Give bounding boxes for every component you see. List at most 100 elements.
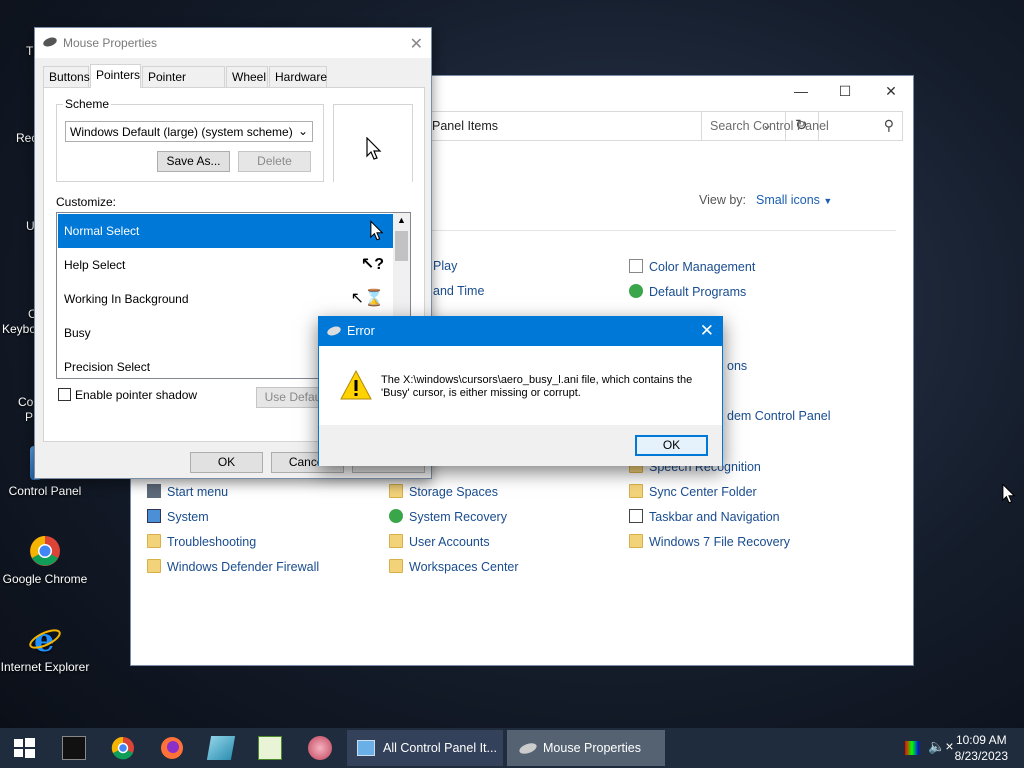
list-item-normal-select[interactable]: Normal Select — [58, 214, 394, 248]
cp-item-system-recovery[interactable]: System Recovery — [389, 509, 507, 524]
clock-time: 10:09 AM — [955, 733, 1007, 747]
error-title: Error — [347, 324, 375, 338]
error-message: The X:\windows\cursors\aero_busy_l.ani f… — [381, 374, 693, 399]
caret-down-icon: ▼ — [823, 196, 833, 206]
search-box[interactable]: Search Control Panel ⚲ — [701, 111, 903, 141]
cp-item-user-accounts[interactable]: User Accounts — [389, 534, 490, 549]
taskbar-button-control-panel[interactable]: All Control Panel It... — [347, 730, 503, 766]
terminal-icon[interactable] — [62, 736, 86, 760]
minimize-button[interactable]: — — [787, 80, 815, 102]
notepad-icon[interactable] — [206, 736, 236, 760]
cp-item-troubleshooting[interactable]: Troubleshooting — [147, 534, 256, 549]
cp-item-workspaces-center[interactable]: Workspaces Center — [389, 559, 519, 574]
mouse-properties-titlebar[interactable]: Mouse Properties ✕ — [35, 28, 431, 58]
chevron-down-icon: ⌄ — [297, 124, 308, 138]
cp-item[interactable]: Play — [433, 259, 457, 273]
tab-pointers[interactable]: Pointers — [90, 64, 141, 88]
start-menu-icon — [147, 484, 161, 498]
scheme-group: Scheme Windows Default (large) (system s… — [56, 97, 324, 182]
cp-item-modem[interactable]: dem Control Panel — [727, 409, 831, 423]
maximize-button[interactable]: ☐ — [831, 80, 859, 102]
desktop-icon-google-chrome[interactable]: Google Chrome — [0, 534, 90, 586]
scroll-up-icon[interactable]: ▲ — [397, 215, 406, 225]
cp-item-windows7-file-recovery[interactable]: Windows 7 File Recovery — [629, 534, 790, 549]
clock-date: 8/23/2023 — [954, 749, 1008, 763]
error-ok-button[interactable]: OK — [635, 435, 708, 456]
cp-item[interactable]: and Time — [433, 284, 484, 298]
chrome-icon — [30, 536, 60, 566]
search-placeholder: Search Control Panel — [710, 119, 829, 133]
cp-item-default-programs[interactable]: Default Programs — [629, 284, 746, 299]
desktop-icon-internet-explorer[interactable]: e Internet Explorer — [0, 622, 90, 674]
internet-explorer-icon: e — [29, 622, 61, 656]
taskbar-icon — [629, 509, 643, 523]
system-clock[interactable]: 10:09 AM 8/23/2023 — [955, 732, 1008, 764]
arrow-cursor-icon — [366, 137, 382, 160]
cursor-preview — [333, 104, 413, 182]
firefox-icon[interactable] — [160, 736, 184, 760]
warning-icon — [340, 369, 372, 400]
folder-icon — [147, 534, 161, 548]
scheme-value: Windows Default (large) (system scheme) — [70, 125, 293, 139]
system-icon — [147, 509, 161, 523]
close-icon[interactable]: ✕ — [410, 34, 423, 54]
control-panel-icon — [357, 740, 375, 756]
scheme-label: Scheme — [63, 97, 112, 111]
enable-pointer-shadow-checkbox[interactable]: Enable pointer shadow — [58, 388, 197, 402]
close-icon[interactable]: ✕ — [700, 321, 714, 341]
close-button[interactable]: ✕ — [877, 80, 905, 102]
paint-icon[interactable] — [308, 736, 332, 760]
tab-pointer-options[interactable]: Pointer Options — [142, 66, 225, 104]
cp-item-color-management[interactable]: Color Management — [629, 259, 755, 274]
tab-hardware[interactable]: Hardware — [269, 66, 327, 88]
desktop-label-partial: Keybo — [2, 322, 37, 336]
arrow-cursor-icon — [370, 220, 384, 241]
desktop-label-partial: Co — [18, 395, 34, 409]
document-icon — [629, 259, 643, 273]
view-by-label: View by: — [699, 193, 747, 207]
tab-wheel[interactable]: Wheel — [226, 66, 268, 88]
folder-icon — [389, 559, 403, 573]
error-dialog[interactable]: Error ✕ The X:\windows\cursors\aero_busy… — [318, 316, 723, 466]
ok-button[interactable]: OK — [190, 452, 263, 473]
search-icon: ⚲ — [883, 117, 894, 133]
address-text: Panel Items — [432, 119, 499, 133]
busy-background-cursor-icon: ↖⌛ — [350, 290, 384, 307]
delete-button[interactable]: Delete — [238, 151, 311, 172]
cp-item-windows-defender-firewall[interactable]: Windows Defender Firewall — [147, 559, 319, 574]
folder-icon — [389, 534, 403, 548]
cp-item-system[interactable]: System — [147, 509, 209, 524]
desktop-icon-label: Internet Explorer — [0, 660, 90, 674]
list-item-help-select[interactable]: Help Select ↖? — [58, 248, 394, 282]
desktop-icon-label: Control Panel — [8, 484, 82, 498]
scheme-select[interactable]: Windows Default (large) (system scheme) … — [65, 121, 313, 142]
taskbar: All Control Panel It... Mouse Properties… — [0, 728, 1024, 768]
cp-item[interactable]: ons — [727, 359, 747, 373]
customize-label: Customize: — [56, 195, 117, 209]
taskbar-button-mouse-properties[interactable]: Mouse Properties — [507, 730, 665, 766]
view-by-value: Small icons — [756, 193, 820, 207]
scrollbar-thumb[interactable] — [395, 231, 408, 261]
cp-item-taskbar-navigation[interactable]: Taskbar and Navigation — [629, 509, 780, 524]
cp-item-storage-spaces[interactable]: Storage Spaces — [389, 484, 498, 499]
chrome-icon[interactable] — [111, 736, 135, 760]
svg-text:e: e — [34, 622, 54, 656]
error-titlebar[interactable]: Error ✕ — [319, 317, 722, 346]
folder-icon — [629, 484, 643, 498]
volume-muted-icon[interactable]: 🔈× — [928, 738, 954, 755]
spreadsheet-icon[interactable] — [258, 736, 282, 760]
help-cursor-icon: ↖? — [360, 256, 384, 273]
view-by-dropdown[interactable]: Small icons ▼ — [756, 193, 832, 207]
desktop-icon-label: Google Chrome — [2, 572, 88, 586]
list-item-working-in-background[interactable]: Working In Background ↖⌛ — [58, 282, 394, 316]
dialog-title: Mouse Properties — [63, 36, 158, 50]
color-tray-icon[interactable] — [905, 741, 919, 755]
cp-item-sync-center[interactable]: Sync Center Folder — [629, 484, 757, 499]
checkbox-box[interactable] — [58, 388, 71, 401]
windows-start-icon[interactable] — [12, 736, 36, 760]
cp-item-start-menu[interactable]: Start menu — [147, 484, 228, 499]
folder-icon — [147, 559, 161, 573]
system-recovery-icon — [389, 509, 403, 523]
save-as-button[interactable]: Save As... — [157, 151, 230, 172]
tab-buttons[interactable]: Buttons — [43, 66, 90, 88]
